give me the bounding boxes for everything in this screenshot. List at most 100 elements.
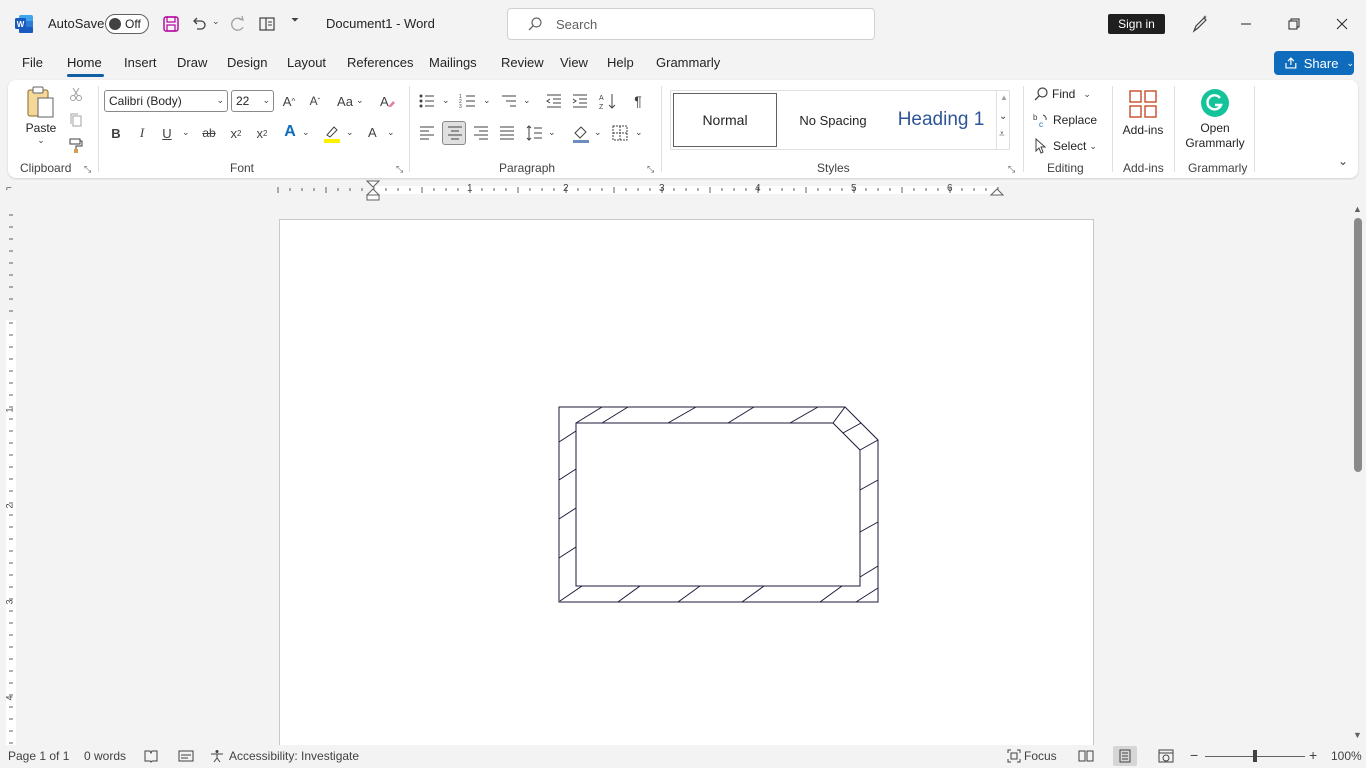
align-left-icon[interactable] — [418, 125, 436, 141]
document-page[interactable] — [279, 219, 1094, 749]
scroll-up-icon[interactable]: ▲ — [1353, 204, 1362, 214]
tab-mailings[interactable]: Mailings — [429, 55, 477, 70]
add-ins-button[interactable]: Add-ins — [1118, 84, 1168, 142]
macro-recording-icon[interactable] — [178, 749, 194, 763]
open-grammarly-button[interactable]: Open Grammarly — [1180, 86, 1250, 152]
grow-font-icon[interactable]: A ^ — [280, 92, 298, 110]
underline-dropdown-icon[interactable]: ⌄ — [182, 127, 190, 138]
right-indent-marker-icon[interactable] — [990, 186, 1004, 196]
font-name-combo[interactable]: Calibri (Body) ⌄ — [104, 90, 228, 112]
find-dropdown-icon[interactable]: ⌄ — [1083, 89, 1091, 100]
underline-button[interactable]: U — [159, 124, 175, 142]
select-dropdown-icon[interactable]: ⌄ — [1089, 141, 1097, 152]
numbering-icon[interactable]: 123 — [459, 92, 477, 110]
numbering-dropdown-icon[interactable]: ⌄ — [483, 95, 491, 106]
shading-dropdown-icon[interactable]: ⌄ — [594, 127, 602, 138]
select-button[interactable]: Select ⌄ — [1033, 138, 1097, 154]
focus-icon[interactable] — [1007, 749, 1021, 763]
paste-button[interactable]: Paste ⌄ — [22, 84, 60, 146]
zoom-level[interactable]: 100% — [1331, 749, 1362, 763]
scroll-down-icon[interactable]: ▼ — [1353, 730, 1362, 740]
proofing-icon[interactable] — [144, 749, 158, 763]
align-right-icon[interactable] — [472, 125, 490, 141]
subscript-button[interactable]: x2 — [228, 124, 244, 142]
zoom-slider-thumb[interactable] — [1253, 750, 1257, 762]
scroll-thumb[interactable] — [1354, 218, 1362, 472]
replace-button[interactable]: bc Replace — [1033, 112, 1097, 128]
copy-icon[interactable] — [68, 112, 84, 128]
share-button[interactable]: Share ⌄ — [1274, 51, 1354, 75]
restore-button[interactable] — [1270, 0, 1318, 48]
read-mode-icon[interactable] — [1078, 749, 1094, 763]
chevron-down-icon[interactable]: ⌄ — [999, 111, 1007, 122]
layout-view-icon[interactable] — [258, 15, 276, 33]
change-case-button[interactable]: Aa — [334, 92, 356, 110]
justify-icon[interactable] — [498, 125, 516, 141]
highlight-dropdown-icon[interactable]: ⌄ — [346, 127, 354, 138]
highlight-icon[interactable] — [322, 124, 342, 144]
styles-launcher-icon[interactable]: ⤡ — [1008, 164, 1015, 175]
text-effects-icon[interactable]: A — [281, 122, 299, 142]
borders-icon[interactable] — [612, 125, 628, 141]
font-launcher-icon[interactable]: ⤡ — [396, 164, 403, 175]
paste-dropdown-icon[interactable]: ⌄ — [37, 135, 45, 146]
strikethrough-button[interactable]: ab — [199, 124, 219, 142]
sign-in-button[interactable]: Sign in — [1108, 14, 1165, 34]
align-center-button[interactable] — [442, 121, 466, 145]
word-count[interactable]: 0 words — [84, 749, 126, 763]
tab-insert[interactable]: Insert — [124, 55, 157, 70]
format-painter-icon[interactable] — [68, 137, 84, 153]
chevron-up-icon[interactable]: ▲ — [1000, 93, 1008, 102]
close-button[interactable] — [1318, 0, 1366, 48]
style-normal[interactable]: Normal — [673, 93, 777, 147]
font-color-dropdown-icon[interactable]: ⌄ — [387, 127, 395, 138]
superscript-button[interactable]: x2 — [254, 124, 270, 142]
multilevel-dropdown-icon[interactable]: ⌄ — [523, 95, 531, 106]
multilevel-list-icon[interactable] — [500, 92, 518, 110]
line-spacing-dropdown-icon[interactable]: ⌄ — [548, 127, 556, 138]
tab-file[interactable]: File — [22, 55, 43, 70]
ribbon-collapse-icon[interactable]: ⌄ — [1338, 154, 1348, 168]
tab-selector-icon[interactable]: ⌐ — [6, 183, 12, 194]
tab-view[interactable]: View — [560, 55, 588, 70]
font-size-combo[interactable]: 22 ⌄ — [231, 90, 274, 112]
text-effects-dropdown-icon[interactable]: ⌄ — [302, 127, 310, 138]
customize-toolbar-icon[interactable]: ⏷ — [291, 15, 299, 26]
bullets-icon[interactable] — [418, 92, 436, 110]
designer-pen-icon[interactable] — [1190, 14, 1210, 34]
sort-icon[interactable]: AZ — [599, 92, 617, 110]
tab-help[interactable]: Help — [607, 55, 634, 70]
hatched-frame-shape[interactable] — [558, 406, 880, 604]
borders-dropdown-icon[interactable]: ⌄ — [635, 127, 643, 138]
zoom-in-icon[interactable]: + — [1309, 747, 1317, 763]
tab-grammarly[interactable]: Grammarly — [656, 55, 720, 70]
font-color-icon[interactable]: A — [365, 124, 383, 144]
tab-home[interactable]: Home — [67, 55, 102, 70]
save-icon[interactable] — [162, 15, 180, 33]
increase-indent-icon[interactable] — [571, 92, 589, 110]
indent-marker-icon[interactable] — [366, 180, 380, 201]
italic-button[interactable]: I — [134, 124, 150, 142]
tab-layout[interactable]: Layout — [287, 55, 326, 70]
tab-references[interactable]: References — [347, 55, 413, 70]
print-layout-button[interactable] — [1113, 746, 1137, 766]
show-formatting-marks-icon[interactable]: ¶ — [630, 92, 646, 110]
vertical-scrollbar[interactable]: ▲ ▼ — [1350, 202, 1366, 745]
bold-button[interactable]: B — [108, 124, 124, 142]
page-count[interactable]: Page 1 of 1 — [8, 749, 69, 763]
clear-formatting-icon[interactable]: A — [378, 92, 396, 110]
tab-draw[interactable]: Draw — [177, 55, 207, 70]
accessibility-icon[interactable] — [210, 749, 224, 763]
share-dropdown-icon[interactable]: ⌄ — [1346, 58, 1354, 69]
find-button[interactable]: Find ⌄ — [1033, 86, 1091, 102]
tab-review[interactable]: Review — [501, 55, 544, 70]
redo-icon[interactable] — [229, 15, 247, 33]
undo-dropdown-icon[interactable]: ⌄ — [212, 16, 220, 27]
search-box[interactable]: Search — [507, 8, 875, 40]
tab-design[interactable]: Design — [227, 55, 267, 70]
shading-icon[interactable] — [571, 124, 591, 144]
focus-label[interactable]: Focus — [1024, 749, 1057, 763]
cut-icon[interactable] — [68, 86, 84, 102]
change-case-dropdown-icon[interactable]: ⌄ — [356, 95, 364, 106]
decrease-indent-icon[interactable] — [545, 92, 563, 110]
